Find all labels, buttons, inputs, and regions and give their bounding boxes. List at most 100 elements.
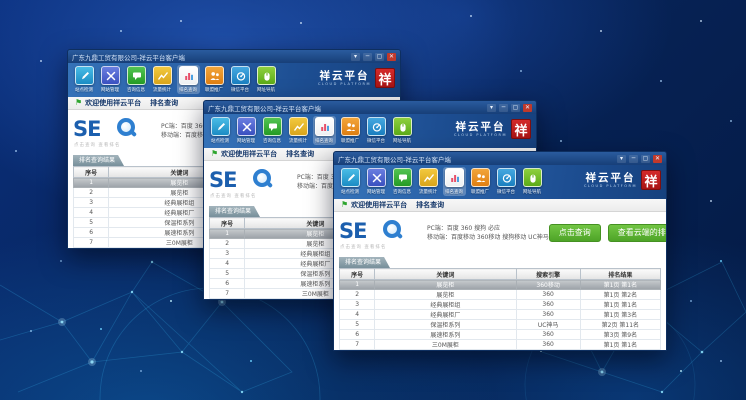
- window-title: 广东九鼎工贸有限公司-祥云平台客户端: [72, 52, 185, 62]
- skin-button[interactable]: ▾: [487, 104, 496, 112]
- table-row[interactable]: 8三0M展柜厂360第1页 第2名: [340, 350, 661, 352]
- window-titlebar[interactable]: 广东九鼎工贸有限公司-祥云平台客户端 ▾ ─ ▢ ✕: [204, 101, 536, 114]
- app-window-front[interactable]: 广东九鼎工贸有限公司-祥云平台客户端 ▾ ─ ▢ ✕ 站点检测 网站管理: [333, 151, 667, 351]
- brand-name: 祥云平台: [454, 122, 507, 133]
- window-controls: ▾ ─ ▢ ✕: [351, 53, 396, 61]
- toolbar-item-rank-query[interactable]: 排名查询: [313, 116, 336, 145]
- window-title: 广东九鼎工贸有限公司-祥云平台客户端: [208, 103, 321, 113]
- close-button[interactable]: ✕: [653, 155, 662, 163]
- toolbar-item-alliance-promo[interactable]: 联盟推广: [203, 65, 226, 94]
- toolbar-item-inquiry-info[interactable]: 咨询信息: [261, 116, 284, 145]
- toolbar-item-url-nav[interactable]: 网址导航: [521, 167, 544, 196]
- toolbar-item-inquiry-info[interactable]: 咨询信息: [125, 65, 148, 94]
- table-cell: 第1页 第2名: [580, 290, 660, 300]
- table-row[interactable]: 3经典展柜组360第1页 第1名: [340, 300, 661, 310]
- toolbar-item-inquiry-info[interactable]: 咨询信息: [391, 167, 414, 196]
- maximize-button[interactable]: ▢: [375, 53, 384, 61]
- toolbar-item-site-manage[interactable]: 网站管理: [99, 65, 122, 94]
- maximize-button[interactable]: ▢: [641, 155, 650, 163]
- maximize-button[interactable]: ▢: [511, 104, 520, 112]
- toolbar-item-wechat-platform[interactable]: 微信平台: [365, 116, 388, 145]
- table-cell: 1: [340, 280, 375, 290]
- minimize-button[interactable]: ─: [499, 104, 508, 112]
- table-row[interactable]: 5保温柜系列UC神马第2页 第11名: [340, 320, 661, 330]
- breadcrumb-bar: ⚑ 欢迎使用祥云平台 排名查询: [334, 199, 666, 212]
- toolbar-item-traffic-stats[interactable]: 流量统计: [417, 167, 440, 196]
- toolbar-item-alliance-promo[interactable]: 联盟推广: [469, 167, 492, 196]
- table-cell: 展速柜系列: [375, 330, 516, 340]
- magnifier-icon: [253, 169, 271, 187]
- toolbar-label: 网址导航: [523, 188, 541, 194]
- toolbar-label: 咨询信息: [263, 137, 281, 143]
- window-titlebar[interactable]: 广东九鼎工贸有限公司-祥云平台客户端 ▾ ─ ▢ ✕: [334, 152, 666, 165]
- skin-button[interactable]: ▾: [617, 155, 626, 163]
- close-button[interactable]: ✕: [523, 104, 532, 112]
- tab-rank-results[interactable]: 排名查询结果: [339, 257, 390, 268]
- col-header-result: 排名结果: [580, 269, 660, 280]
- chat-icon: [393, 168, 412, 187]
- toolbar-item-wechat-platform[interactable]: 微信平台: [229, 65, 252, 94]
- window-title: 广东九鼎工贸有限公司-祥云平台客户端: [338, 154, 451, 164]
- tab-rank-results[interactable]: 排名查询结果: [73, 155, 124, 166]
- people-icon: [205, 66, 224, 85]
- table-row[interactable]: 2展览柜360第1页 第2名: [340, 290, 661, 300]
- toolbar-item-rank-query[interactable]: 排名查询: [443, 167, 466, 196]
- table-cell: 第1页 第1名: [580, 340, 660, 350]
- toolbar-item-wechat-platform[interactable]: 微信平台: [495, 167, 518, 196]
- people-icon: [341, 117, 360, 136]
- table-cell: 保温柜系列: [375, 320, 516, 330]
- col-header-index: 序号: [74, 167, 109, 178]
- skin-button[interactable]: ▾: [351, 53, 360, 61]
- toolbar-label: 网址导航: [257, 86, 275, 92]
- toolbar-item-site-check[interactable]: 站点检测: [209, 116, 232, 145]
- chat-icon: [127, 66, 146, 85]
- toolbar-label: 排名查询: [445, 188, 463, 194]
- toolbar-item-traffic-stats[interactable]: 流量统计: [287, 116, 310, 145]
- seo-logo: SE 点击查询 查看排名: [209, 168, 293, 196]
- table-cell: 1: [74, 178, 109, 188]
- tab-rank-results[interactable]: 排名查询结果: [209, 206, 260, 217]
- toolbar-item-url-nav[interactable]: 网址导航: [391, 116, 414, 145]
- seo-slogan: 点击查询 查看排名: [210, 193, 256, 199]
- query-button[interactable]: 点击查询: [549, 224, 601, 242]
- seo-banner: SE 点击查询 查看排名 PC端：百度 360 搜狗 必应 移动端：百度移动 3…: [339, 216, 661, 249]
- wrench-icon: [237, 117, 256, 136]
- toolbar-item-url-nav[interactable]: 网址导航: [255, 65, 278, 94]
- toolbar-item-traffic-stats[interactable]: 流量统计: [151, 65, 174, 94]
- table-cell: 3: [74, 198, 109, 208]
- table-row[interactable]: 1展览柜360移动第1页 第1名: [340, 280, 661, 290]
- table-cell: 4: [340, 310, 375, 320]
- toolbar-item-site-check[interactable]: 站点检测: [339, 167, 362, 196]
- toolbar-item-alliance-promo[interactable]: 联盟推广: [339, 116, 362, 145]
- toolbar-item-rank-query[interactable]: 排名查询: [177, 65, 200, 94]
- window-controls: ▾ ─ ▢ ✕: [617, 155, 662, 163]
- table-cell: 展览柜: [375, 280, 516, 290]
- compass-icon: [367, 117, 386, 136]
- minimize-button[interactable]: ─: [363, 53, 372, 61]
- toolbar-item-site-manage[interactable]: 网站管理: [235, 116, 258, 145]
- table-cell: 360: [516, 290, 580, 300]
- table-cell: 展览柜: [375, 290, 516, 300]
- window-titlebar[interactable]: 广东九鼎工贸有限公司-祥云平台客户端 ▾ ─ ▢ ✕: [68, 50, 400, 63]
- table-row[interactable]: 4经典展柜厂360第1页 第3名: [340, 310, 661, 320]
- table-row[interactable]: 7三0M展柜360第1页 第1名: [340, 340, 661, 350]
- section-title: 排名查询: [150, 98, 178, 108]
- brand-logo: 祥云平台 CLOUD PLATFORM 祥: [454, 116, 531, 139]
- toolbar-label: 站点检测: [75, 86, 93, 92]
- seo-logo: SE 点击查询 查看排名: [339, 219, 423, 247]
- minimize-button[interactable]: ─: [629, 155, 638, 163]
- table-cell: 5: [210, 269, 245, 279]
- compass-icon: [231, 66, 250, 85]
- toolbar-label: 联盟推广: [205, 86, 223, 92]
- close-button[interactable]: ✕: [387, 53, 396, 61]
- toolbar-label: 联盟推广: [471, 188, 489, 194]
- toolbar-item-site-check[interactable]: 站点检测: [73, 65, 96, 94]
- view-cloud-rank-button[interactable]: 查看云端的排名: [608, 224, 667, 242]
- table-cell: 第1页 第2名: [580, 350, 660, 352]
- col-header-engine: 搜索引擎: [516, 269, 580, 280]
- table-row[interactable]: 6展速柜系列360第3页 第9名: [340, 330, 661, 340]
- table-cell: 经典展柜厂: [375, 310, 516, 320]
- main-toolbar: 站点检测 网站管理 咨询信息 流量统计: [334, 165, 666, 199]
- table-cell: 7: [340, 340, 375, 350]
- toolbar-item-site-manage[interactable]: 网站管理: [365, 167, 388, 196]
